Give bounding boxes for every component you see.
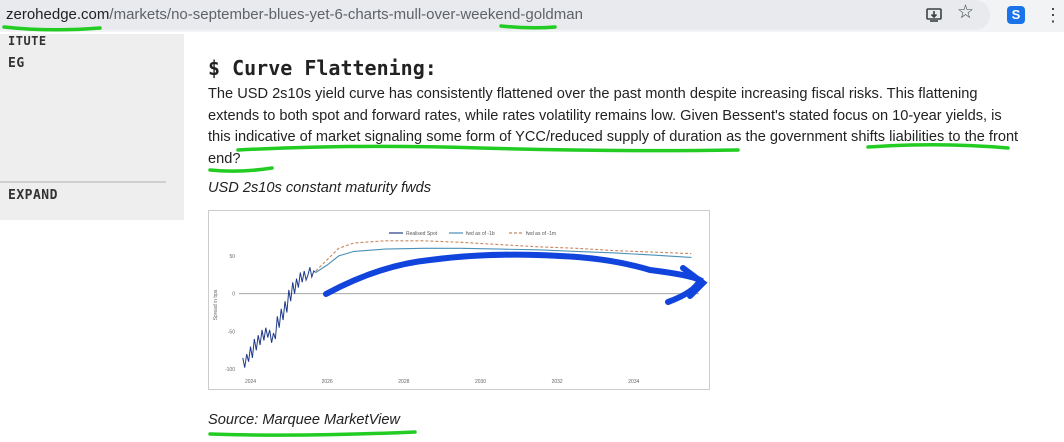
url-path: /markets/no-september-blues-yet-6-charts… xyxy=(109,6,583,23)
legend-label: fwd as of -1m xyxy=(526,231,556,237)
sidebar-item[interactable]: EG xyxy=(8,56,25,71)
vertical-dots-icon[interactable]: ⋮ xyxy=(1044,5,1062,26)
sidebar-partial-label: ITUTE xyxy=(8,34,47,48)
y-tick-label: 0 xyxy=(232,292,235,298)
browser-toolbar: zerohedge.com/markets/no-september-blues… xyxy=(0,0,1064,32)
legend-label: Realised Spot xyxy=(406,231,438,237)
install-app-icon[interactable] xyxy=(925,6,943,28)
expand-button[interactable]: EXPAND xyxy=(8,188,58,203)
url-text[interactable]: zerohedge.com/markets/no-september-blues… xyxy=(6,6,583,23)
y-tick-label: -50 xyxy=(228,329,235,335)
yield-curve-chart: 50 0 -50 -100 2024 2026 2028 2030 2032 2034 Spread… xyxy=(213,231,699,385)
address-bar[interactable]: zerohedge.com/markets/no-september-blues… xyxy=(0,0,990,30)
x-tick-label: 2024 xyxy=(245,379,256,385)
star-icon[interactable]: ☆ xyxy=(957,3,974,22)
x-tick-label: 2034 xyxy=(628,379,639,385)
para-text-3: ? xyxy=(232,150,241,167)
y-axis-label: Spread in bps xyxy=(213,289,219,320)
y-tick-label: -100 xyxy=(225,367,235,373)
section-heading: $ Curve Flattening: xyxy=(208,56,437,80)
x-tick-label: 2028 xyxy=(398,379,409,385)
extension-icon[interactable]: S xyxy=(1007,6,1025,24)
y-tick-label: 50 xyxy=(229,254,235,260)
sidebar-divider xyxy=(0,181,166,183)
url-domain: zerohedge.com xyxy=(6,6,110,23)
source-label: Source: Marquee MarketView xyxy=(208,412,400,428)
legend-label: fwd as of -1b xyxy=(466,231,495,237)
x-tick-label: 2026 xyxy=(322,379,333,385)
article-paragraph: The USD 2s10s yield curve has consistent… xyxy=(208,84,1028,170)
para-text-2: as the government xyxy=(722,129,852,145)
chart-image: 50 0 -50 -100 2024 2026 2028 2030 2032 2034 Spread… xyxy=(208,210,710,390)
series-line-0 xyxy=(242,267,317,368)
series-line-1 xyxy=(315,247,692,273)
green-underline-source xyxy=(208,430,417,437)
x-tick-label: 2032 xyxy=(552,379,563,385)
link-ycc[interactable]: indicative of market signaling some form… xyxy=(235,129,722,145)
series-line-2 xyxy=(315,240,692,272)
x-tick-label: 2030 xyxy=(475,379,486,385)
chart-caption: USD 2s10s constant maturity fwds xyxy=(208,180,432,196)
sidebar: ITUTE EG EXPAND xyxy=(0,34,184,220)
